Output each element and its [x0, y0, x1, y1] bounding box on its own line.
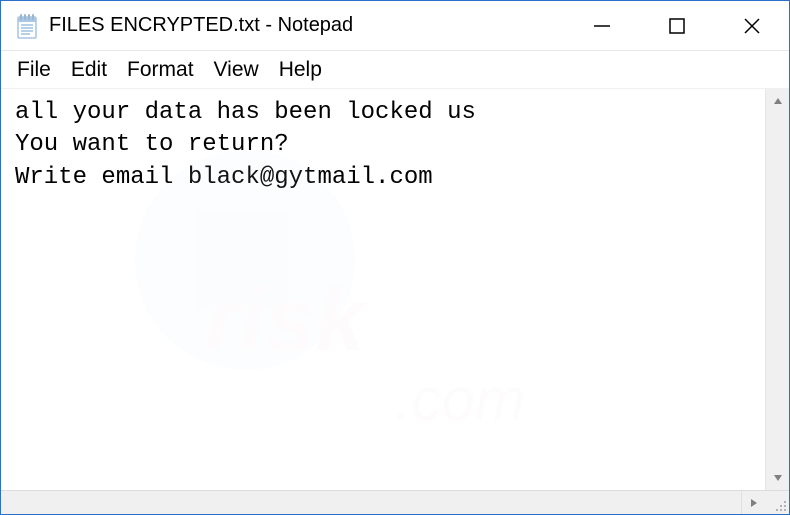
- maximize-button[interactable]: [639, 1, 714, 50]
- scroll-track[interactable]: [766, 113, 789, 466]
- menu-format[interactable]: Format: [117, 54, 204, 86]
- titlebar-left: FILES ENCRYPTED.txt - Notepad: [1, 13, 564, 39]
- scroll-up-icon[interactable]: [766, 89, 789, 113]
- window-title: FILES ENCRYPTED.txt - Notepad: [49, 14, 353, 37]
- vertical-scrollbar[interactable]: [765, 89, 789, 490]
- content-area: all your data has been locked us You wan…: [1, 89, 789, 490]
- statusbar: [1, 490, 789, 514]
- notepad-window: FILES ENCRYPTED.txt - Notepad File Edit …: [0, 0, 790, 515]
- menubar: File Edit Format View Help: [1, 51, 789, 89]
- scroll-down-icon[interactable]: [766, 466, 789, 490]
- notepad-icon: [15, 13, 39, 39]
- menu-view[interactable]: View: [204, 54, 269, 86]
- resize-grip[interactable]: [765, 491, 789, 514]
- titlebar: FILES ENCRYPTED.txt - Notepad: [1, 1, 789, 51]
- window-controls: [564, 1, 789, 50]
- text-editor[interactable]: all your data has been locked us You wan…: [1, 89, 765, 490]
- close-button[interactable]: [714, 1, 789, 50]
- minimize-button[interactable]: [564, 1, 639, 50]
- menu-help[interactable]: Help: [269, 54, 332, 86]
- scroll-right-icon[interactable]: [741, 491, 765, 514]
- menu-edit[interactable]: Edit: [61, 54, 117, 86]
- menu-file[interactable]: File: [7, 54, 61, 86]
